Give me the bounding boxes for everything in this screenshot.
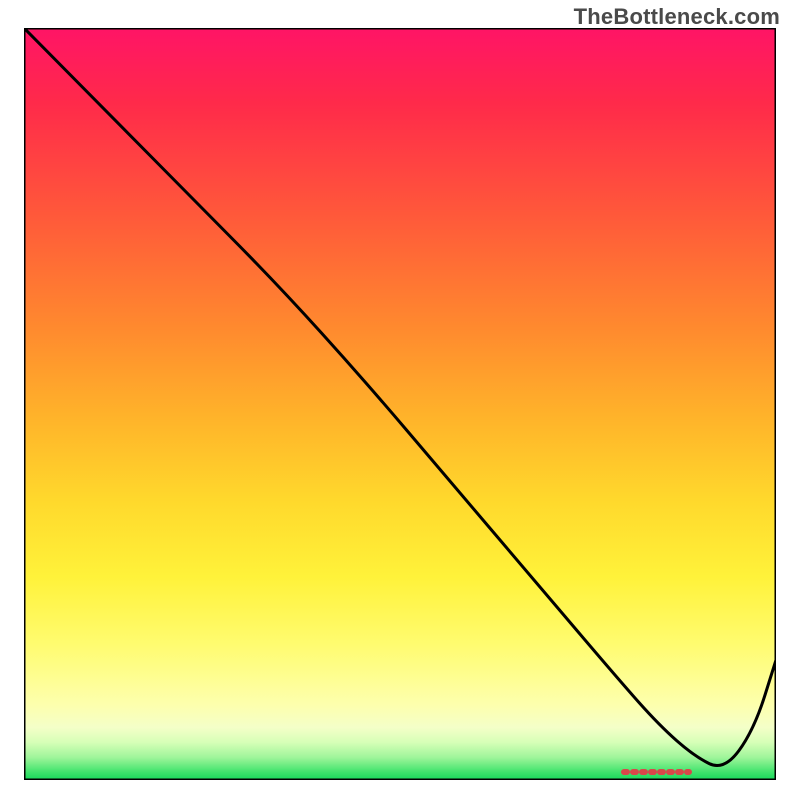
plot-area: [24, 28, 776, 780]
curve-line: [24, 28, 776, 766]
chart-container: TheBottleneck.com: [0, 0, 800, 800]
watermark-text: TheBottleneck.com: [574, 4, 780, 30]
chart-svg: [24, 28, 776, 780]
